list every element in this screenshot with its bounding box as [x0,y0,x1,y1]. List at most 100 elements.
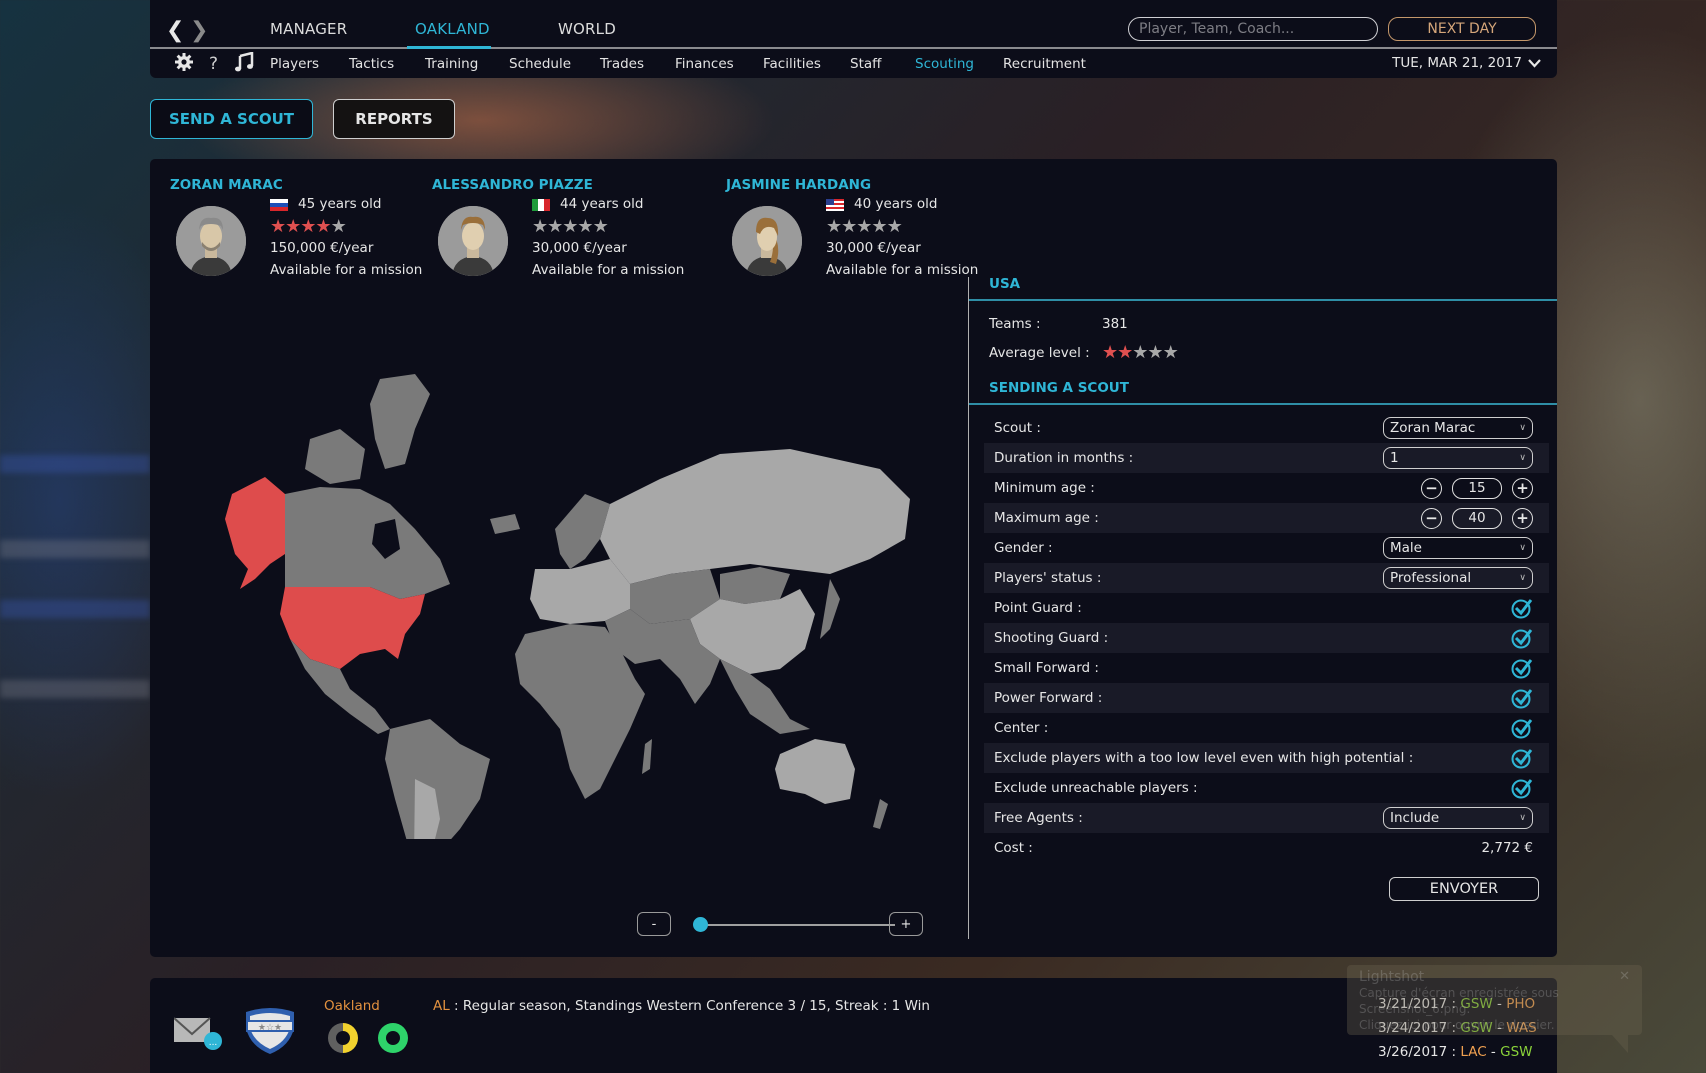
music-icon[interactable] [234,51,254,77]
max-age-increment-button[interactable]: + [1512,507,1533,529]
map-region-canada-islands [305,429,365,484]
fitness-ring-icon[interactable] [378,1023,408,1053]
checkbox-checked-icon[interactable] [1511,597,1533,619]
map-zoom-slider-thumb[interactable] [693,917,708,932]
scout-rating: ★ ★ ★ ★ ★ [826,216,903,237]
send-button[interactable]: ENVOYER [1389,877,1539,901]
check-label: Point Guard : [994,600,1082,616]
notification-line: Capture d'écran enregistrée sous Screens… [1359,986,1559,1016]
flag-slovenia-icon [270,199,288,211]
map-region-russia [600,449,910,584]
average-level-row: Average level : ★ ★ ★ ★ ★ [969,338,1557,367]
scout-select-value: Zoran Marac [1390,420,1476,436]
game-row[interactable]: 3/26/2017 : LAC - GSW [1378,1040,1537,1064]
scout-card[interactable]: ZORAN MARAC 45 years old ★ ★ ★ ★ ★ 150,000 €… [170,177,470,287]
scout-age: 44 years old [560,196,644,213]
min-age-label: Minimum age : [994,480,1095,496]
date-dropdown[interactable]: TUE, MAR 21, 2017 [1392,55,1541,71]
subtab-training[interactable]: Training [425,56,478,72]
scout-age: 40 years old [854,196,938,213]
scout-status: Available for a mission [826,262,979,279]
checkbox-checked-icon[interactable] [1511,777,1533,799]
next-day-button[interactable]: NEXT DAY [1388,17,1536,41]
send-scout-button[interactable]: SEND A SCOUT [150,99,313,139]
team-name: Oakland [324,998,380,1014]
duration-label: Duration in months : [994,450,1134,466]
min-age-input[interactable] [1452,477,1502,499]
gender-label: Gender : [994,540,1053,556]
teams-label: Teams : [989,315,1041,332]
star-empty-icon: ★ [1132,342,1148,363]
scout-form: Scout : Zoran Marac ∨ Duration in months … [969,413,1557,863]
average-level-label: Average level : [989,344,1090,361]
notification-title: Lightshot [1359,969,1425,985]
free-agents-select-value: Include [1390,810,1440,826]
subtab-facilities[interactable]: Facilities [763,56,821,72]
subtab-staff[interactable]: Staff [850,56,881,72]
mail-icon[interactable]: ... [173,1016,222,1054]
players-status-select[interactable]: Professional ∨ [1383,567,1533,589]
team-shield-icon[interactable]: ★☆★ [242,1006,298,1060]
season-status: AL : Regular season, Standings Western C… [433,998,930,1014]
star-filled-icon: ★ [300,216,316,237]
checkbox-checked-icon[interactable] [1511,657,1533,679]
scout-name: ALESSANDRO PIAZZE [432,177,593,193]
map-region-mongolia [720,567,790,604]
morale-ring-icon[interactable] [328,1023,358,1053]
scout-select[interactable]: Zoran Marac ∨ [1383,417,1533,439]
subtab-tactics[interactable]: Tactics [349,56,394,72]
flag-usa-icon [826,199,844,211]
gender-select[interactable]: Male ∨ [1383,537,1533,559]
scout-card[interactable]: ALESSANDRO PIAZZE 44 years old ★ ★ ★ ★ ★ 30,… [432,177,732,287]
max-age-decrement-button[interactable]: − [1421,507,1442,529]
check-label: Shooting Guard : [994,630,1109,646]
check-label: Small Forward : [994,660,1099,676]
screenshot-notification[interactable]: Lightshot Capture d'écran enregistrée so… [1347,965,1642,1053]
checkbox-checked-icon[interactable] [1511,627,1533,649]
duration-select[interactable]: 1 ∨ [1383,447,1533,469]
chevron-left-icon[interactable]: ❮ [166,18,184,43]
subtab-trades[interactable]: Trades [600,56,644,72]
average-level-stars: ★ ★ ★ ★ ★ [1102,342,1179,363]
subtab-finances[interactable]: Finances [675,56,734,72]
subtab-schedule[interactable]: Schedule [509,56,571,72]
form-row-check: Exclude unreachable players : [984,773,1549,803]
min-age-stepper: − + [1421,477,1533,499]
world-map[interactable] [190,359,930,899]
reports-button[interactable]: REPORTS [333,99,455,139]
search-input[interactable] [1128,17,1378,41]
tab-oakland[interactable]: OAKLAND [415,20,490,38]
map-zoom-slider[interactable] [700,924,895,926]
star-filled-icon: ★ [315,216,331,237]
scout-salary: 30,000 €/year [826,240,921,257]
teams-value: 381 [1102,315,1128,332]
help-icon[interactable]: ? [209,54,218,74]
country-detail: USA Teams : 381 Average level : ★ ★ ★ ★ ★ SE… [969,269,1557,863]
star-empty-icon: ★ [592,216,609,237]
free-agents-select[interactable]: Include ∨ [1383,807,1533,829]
tab-world[interactable]: WORLD [558,20,616,38]
star-empty-icon: ★ [841,216,857,237]
max-age-input[interactable] [1452,507,1502,529]
section-divider [969,403,1557,405]
tab-manager[interactable]: MANAGER [270,20,347,38]
map-zoom-in-button[interactable]: + [889,912,923,936]
subtab-scouting[interactable]: Scouting [915,56,974,72]
form-row-check: Power Forward : [984,683,1549,713]
checkbox-checked-icon[interactable] [1511,717,1533,739]
checkbox-checked-icon[interactable] [1511,747,1533,769]
map-zoom-out-button[interactable]: - [637,912,671,936]
chevron-right-icon[interactable]: ❯ [190,18,208,43]
close-icon[interactable]: ✕ [1619,969,1630,985]
min-age-decrement-button[interactable]: − [1421,477,1442,499]
map-region-europe [530,559,630,624]
min-age-increment-button[interactable]: + [1512,477,1533,499]
checkbox-checked-icon[interactable] [1511,687,1533,709]
status-footer: ... ★☆★ Oakland AL : Regular season, Sta… [150,978,1557,1073]
gear-icon[interactable] [174,52,194,77]
subtab-players[interactable]: Players [270,56,319,72]
away-team: GSW [1500,1044,1533,1060]
subtab-recruitment[interactable]: Recruitment [1003,56,1086,72]
flag-italy-icon [532,199,550,211]
avatar [732,206,802,276]
